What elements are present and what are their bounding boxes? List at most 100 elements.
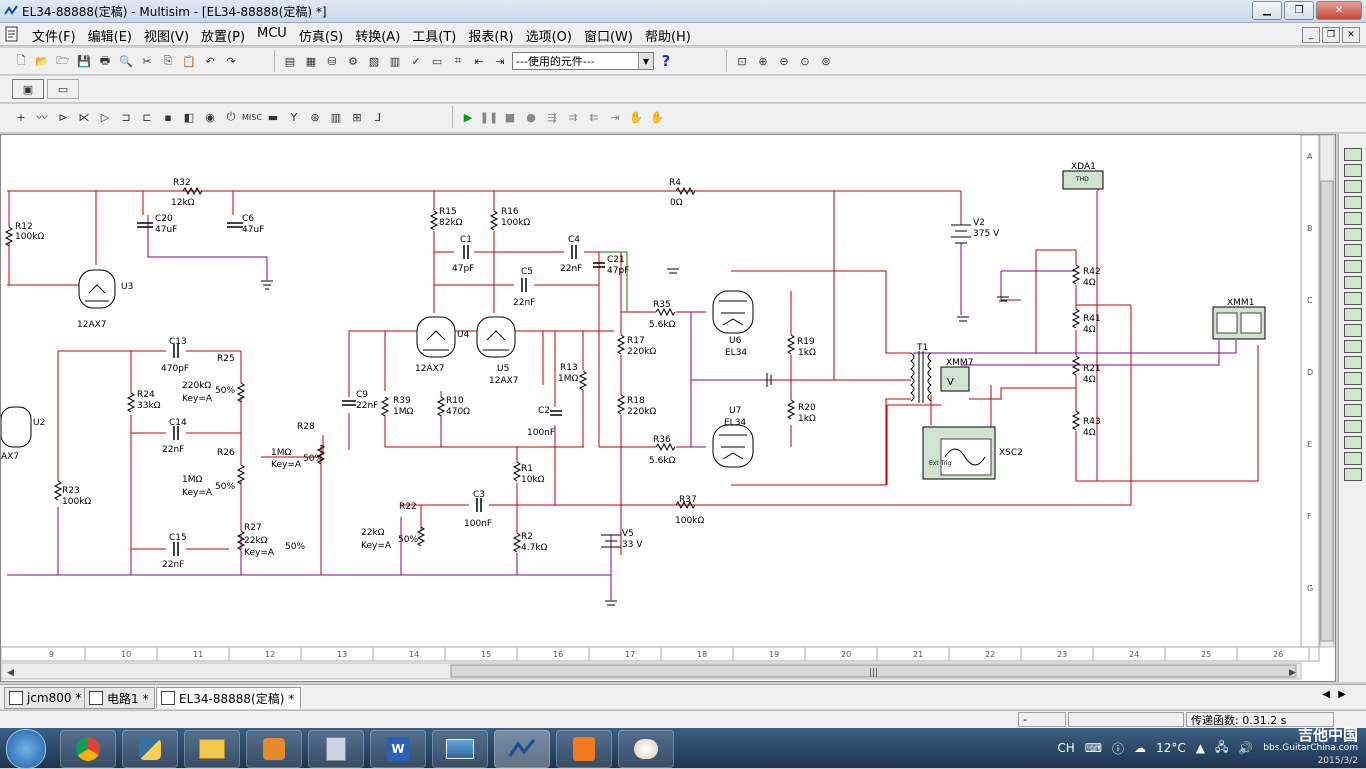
tab-circuit1[interactable]: 电路1 * bbox=[84, 687, 156, 709]
power-icon[interactable]: ⏻ bbox=[222, 108, 240, 126]
transistor-icon[interactable]: ⋉ bbox=[75, 108, 93, 126]
spreadsheet-icon[interactable]: ▦ bbox=[302, 52, 320, 70]
start-button[interactable] bbox=[6, 729, 46, 769]
current-probe-icon[interactable] bbox=[1344, 468, 1362, 481]
step-out-icon[interactable]: ⇇ bbox=[585, 108, 603, 126]
mcu-icon[interactable]: ▥ bbox=[327, 108, 345, 126]
calculator-taskbar-icon[interactable] bbox=[308, 730, 364, 768]
distortion-analyzer-icon[interactable] bbox=[1344, 324, 1362, 337]
ttl-icon[interactable]: ⊐ bbox=[117, 108, 135, 126]
multisim-taskbar-icon[interactable] bbox=[494, 730, 550, 768]
maximize-button[interactable]: ❐ bbox=[1284, 1, 1314, 20]
menu-help[interactable]: 帮助(H) bbox=[639, 26, 697, 45]
paste-icon[interactable]: 📋 bbox=[180, 52, 198, 70]
basic-icon[interactable]: 〰 bbox=[33, 108, 51, 126]
wattmeter-icon[interactable] bbox=[1344, 180, 1362, 193]
media-player-taskbar-icon[interactable] bbox=[246, 730, 302, 768]
paint-taskbar-icon[interactable] bbox=[618, 730, 674, 768]
zoom-in-icon[interactable]: ⊕ bbox=[754, 52, 772, 70]
minimize-button[interactable]: ▁ bbox=[1252, 1, 1282, 20]
instrument-xmm1[interactable] bbox=[1212, 306, 1266, 340]
resistor-symbol[interactable] bbox=[512, 532, 522, 553]
erc-icon[interactable]: ✓ bbox=[407, 52, 425, 70]
resistor-symbol[interactable] bbox=[436, 396, 446, 417]
indicator-icon[interactable]: ◉ bbox=[201, 108, 219, 126]
vertical-scroll-thumb[interactable] bbox=[1320, 180, 1334, 642]
copy-icon[interactable]: ⎘ bbox=[159, 52, 177, 70]
word-taskbar-icon[interactable]: W bbox=[370, 730, 426, 768]
resistor-symbol[interactable] bbox=[512, 461, 522, 482]
design-toolbox-icon[interactable]: ▤ bbox=[281, 52, 299, 70]
menu-window[interactable]: 窗口(W) bbox=[578, 26, 639, 45]
network-analyzer-icon[interactable] bbox=[1344, 356, 1362, 369]
tab-jcm800[interactable]: jcm800 * bbox=[4, 687, 89, 709]
hierarchical-block-icon[interactable]: ⊞ bbox=[348, 108, 366, 126]
probe-icon[interactable]: ● bbox=[522, 108, 540, 126]
cut-icon[interactable]: ✂ bbox=[138, 52, 156, 70]
tektronix-oscilloscope-icon[interactable] bbox=[1344, 420, 1362, 433]
cloud-icon[interactable]: ☁ bbox=[1134, 741, 1146, 755]
zoom-fit-icon[interactable]: ⊡ bbox=[733, 52, 751, 70]
keyboard-icon[interactable]: ⌨ bbox=[1085, 741, 1102, 755]
zoom-area-icon[interactable]: ⊙ bbox=[796, 52, 814, 70]
electrical-rules-icon[interactable]: ▥ bbox=[386, 52, 404, 70]
postprocessor-icon[interactable]: ⚙ bbox=[344, 52, 362, 70]
spectrum-analyzer-icon[interactable] bbox=[1344, 340, 1362, 353]
word-generator-icon[interactable] bbox=[1344, 260, 1362, 273]
redo-icon[interactable]: ↷ bbox=[222, 52, 240, 70]
schematic-canvas[interactable]: 9 10 11 12 13 14 15 16 17 18 19 20 21 22 23 24 25 26 A B C D… bbox=[1, 135, 1335, 681]
logic-converter-icon[interactable] bbox=[1344, 292, 1362, 305]
oscilloscope-icon[interactable] bbox=[1344, 196, 1362, 209]
help-icon[interactable]: ? bbox=[657, 52, 675, 70]
peripherals-icon[interactable]: ▬ bbox=[264, 108, 282, 126]
mixed-icon[interactable]: ◧ bbox=[180, 108, 198, 126]
agilent-generator-icon[interactable] bbox=[1344, 372, 1362, 385]
open-sample-icon[interactable]: 🗁 bbox=[54, 52, 72, 70]
network-icon[interactable]: 🖧 bbox=[1215, 738, 1228, 759]
pause-simulation-icon[interactable]: ❚❚ bbox=[480, 108, 498, 126]
open-folder-icon[interactable]: 📂 bbox=[33, 52, 51, 70]
rf-icon[interactable]: Y bbox=[285, 108, 303, 126]
save-icon[interactable]: 💾 bbox=[75, 52, 93, 70]
resistor-symbol[interactable] bbox=[126, 392, 136, 413]
python-taskbar-icon[interactable] bbox=[122, 730, 178, 768]
explorer-taskbar-icon[interactable] bbox=[184, 730, 240, 768]
mdi-restore-button[interactable]: ❐ bbox=[1322, 27, 1340, 43]
resistor-symbol[interactable] bbox=[616, 334, 626, 355]
source-icon[interactable]: + bbox=[12, 108, 30, 126]
resistor-symbol[interactable] bbox=[786, 399, 796, 420]
chrome-taskbar-icon[interactable] bbox=[60, 730, 116, 768]
show-grid-icon[interactable]: ▣ bbox=[12, 79, 44, 99]
grapher-icon[interactable]: ▧ bbox=[365, 52, 383, 70]
forward-annotate-icon[interactable]: ⇥ bbox=[491, 52, 509, 70]
scroll-left-icon[interactable]: ◀ bbox=[7, 668, 14, 678]
multimeter-icon[interactable] bbox=[1344, 148, 1362, 161]
zoom-out-icon[interactable]: ⊖ bbox=[775, 52, 793, 70]
undo-icon[interactable]: ↶ bbox=[201, 52, 219, 70]
resistor-symbol[interactable] bbox=[1071, 264, 1081, 285]
show-border-icon[interactable]: ▭ bbox=[47, 79, 79, 99]
function-generator-icon[interactable] bbox=[1344, 164, 1362, 177]
instrument-xmm7[interactable]: V bbox=[940, 366, 970, 392]
tabs-scroll-left-icon[interactable]: ◀ bbox=[1322, 689, 1330, 700]
measurement-probe-icon[interactable] bbox=[1344, 452, 1362, 465]
step-over-icon[interactable]: ⇉ bbox=[564, 108, 582, 126]
menu-view[interactable]: 视图(V) bbox=[138, 26, 195, 45]
print-preview-icon[interactable]: 🔍 bbox=[117, 52, 135, 70]
pdf-taskbar-icon[interactable] bbox=[556, 730, 612, 768]
four-channel-oscilloscope-icon[interactable] bbox=[1344, 212, 1362, 225]
analog-icon[interactable]: ▷ bbox=[96, 108, 114, 126]
volume-icon[interactable]: 🔊 bbox=[1238, 741, 1253, 755]
menu-options[interactable]: 选项(O) bbox=[520, 26, 578, 45]
run-to-cursor-icon[interactable]: ⇥ bbox=[606, 108, 624, 126]
back-annotate-icon[interactable]: ⇤ bbox=[470, 52, 488, 70]
labview-instrument-icon[interactable] bbox=[1344, 436, 1362, 449]
menu-simulate[interactable]: 仿真(S) bbox=[293, 26, 349, 45]
database-icon[interactable]: ⛁ bbox=[323, 52, 341, 70]
menu-edit[interactable]: 编辑(E) bbox=[82, 26, 138, 45]
schematic-workspace[interactable]: 9 10 11 12 13 14 15 16 17 18 19 20 21 22 23 24 25 26 A B C D… bbox=[0, 134, 1336, 682]
menu-file[interactable]: 文件(F) bbox=[26, 26, 82, 45]
agilent-oscilloscope-icon[interactable] bbox=[1344, 404, 1362, 417]
mdi-minimize-button[interactable]: _ bbox=[1302, 27, 1320, 43]
mdi-close-button[interactable]: ✕ bbox=[1342, 27, 1360, 43]
